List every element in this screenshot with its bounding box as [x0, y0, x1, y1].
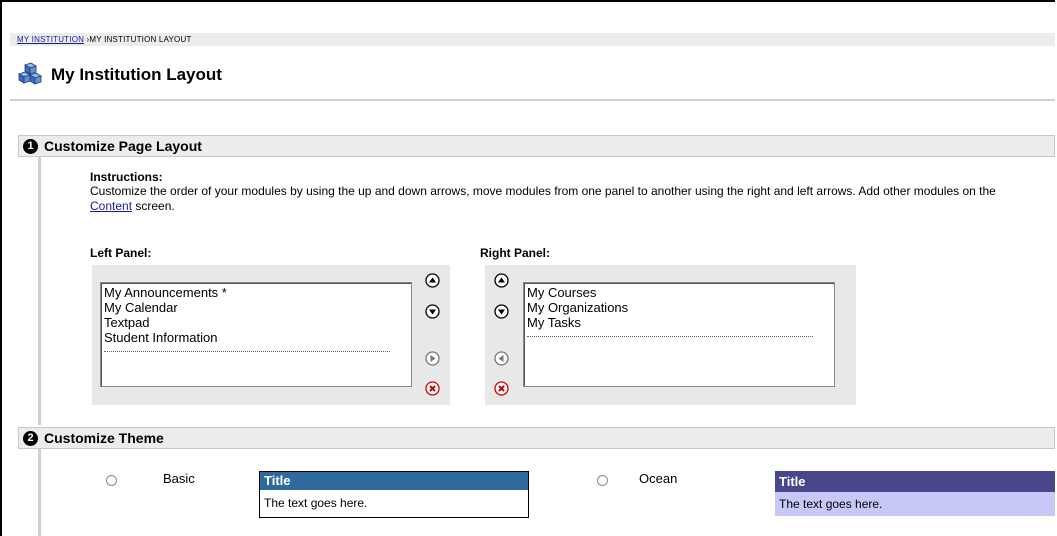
section-guide-line [38, 157, 41, 425]
section-customize-page-layout: 1 Customize Page Layout [18, 135, 1055, 157]
instructions-text: Customize the order of your modules by u… [90, 184, 1040, 214]
right-panel-label: Right Panel: [480, 246, 551, 260]
list-item[interactable]: My Announcements * [104, 285, 408, 300]
step-number-icon: 2 [23, 430, 38, 446]
remove-icon[interactable] [425, 381, 440, 396]
preview-text: The text goes here. [775, 492, 1055, 516]
section-customize-theme: 2 Customize Theme [18, 427, 1055, 449]
move-right-icon[interactable] [425, 351, 440, 366]
list-item[interactable]: Student Information [104, 330, 408, 345]
list-item[interactable]: Textpad [104, 315, 408, 330]
move-down-icon[interactable] [425, 304, 440, 319]
instructions-tail: screen. [132, 199, 175, 213]
left-panel-label: Left Panel: [90, 246, 152, 260]
page-header: My Institution Layout [17, 60, 222, 90]
theme-radio-ocean[interactable] [597, 475, 608, 486]
list-item[interactable]: My Organizations [527, 300, 831, 315]
list-item[interactable]: My Courses [527, 285, 831, 300]
list-separator [527, 330, 813, 337]
header-divider [10, 99, 1055, 101]
theme-preview-basic: Title The text goes here. [259, 471, 529, 518]
breadcrumb-link-my-institution[interactable]: MY INSTITUTION [17, 35, 84, 44]
theme-name-ocean: Ocean [639, 471, 678, 486]
section-guide-line [38, 449, 41, 536]
preview-title: Title [260, 472, 528, 490]
list-item[interactable]: My Tasks [527, 315, 831, 330]
move-up-icon[interactable] [425, 273, 440, 288]
breadcrumb-current: MY INSTITUTION LAYOUT [89, 35, 192, 44]
theme-radio-basic[interactable] [106, 475, 117, 486]
move-down-icon[interactable] [494, 304, 509, 319]
list-separator [104, 345, 390, 352]
left-panel-listbox[interactable]: My Announcements * My Calendar Textpad S… [100, 282, 412, 387]
move-up-icon[interactable] [494, 273, 509, 288]
list-item[interactable]: My Calendar [104, 300, 408, 315]
preview-text: The text goes here. [264, 496, 368, 510]
preview-title: Title [775, 471, 1055, 492]
instructions-body: Customize the order of your modules by u… [90, 184, 996, 198]
institution-cubes-icon [18, 62, 42, 85]
step-number-icon: 1 [23, 138, 38, 154]
remove-icon[interactable] [494, 381, 509, 396]
breadcrumb: MY INSTITUTION ›MY INSTITUTION LAYOUT [10, 33, 1055, 46]
move-left-icon[interactable] [494, 351, 509, 366]
section-title: Customize Theme [44, 430, 164, 446]
theme-name-basic: Basic [163, 471, 195, 486]
section-title: Customize Page Layout [44, 138, 202, 154]
instructions-heading: Instructions: [90, 170, 163, 184]
theme-preview-ocean: Title The text goes here. [775, 471, 1055, 516]
right-panel-listbox[interactable]: My Courses My Organizations My Tasks [523, 282, 835, 387]
page-title: My Institution Layout [51, 65, 222, 84]
content-link[interactable]: Content [90, 199, 132, 213]
